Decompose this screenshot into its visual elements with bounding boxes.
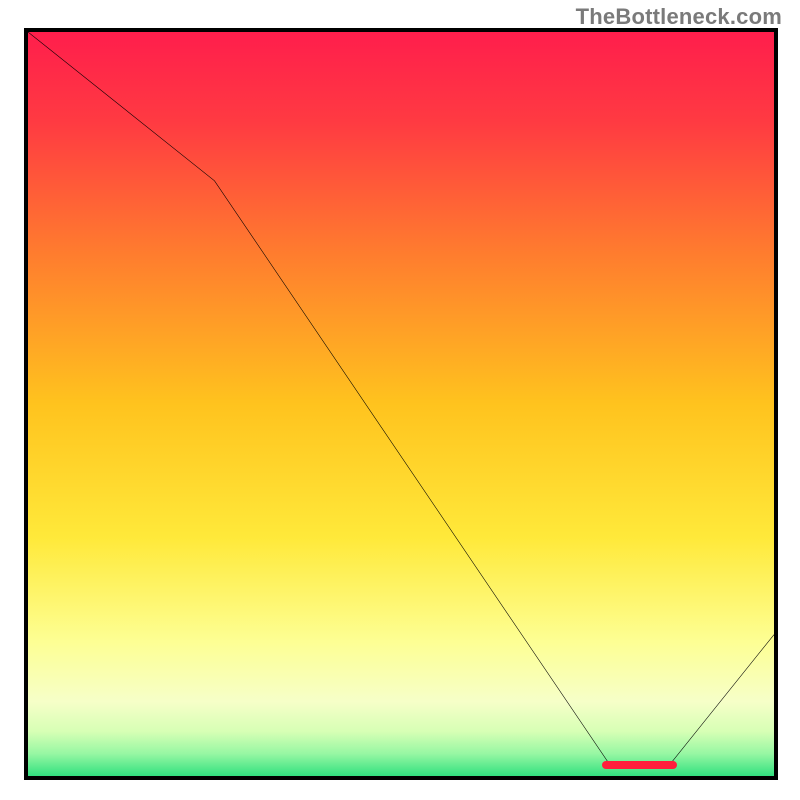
chart-container: TheBottleneck.com [0, 0, 800, 800]
curve-overlay [28, 32, 774, 776]
bottleneck-curve [28, 32, 774, 765]
watermark-text: TheBottleneck.com [576, 4, 782, 30]
plot-area [24, 28, 778, 780]
bottleneck-marker [602, 761, 677, 769]
